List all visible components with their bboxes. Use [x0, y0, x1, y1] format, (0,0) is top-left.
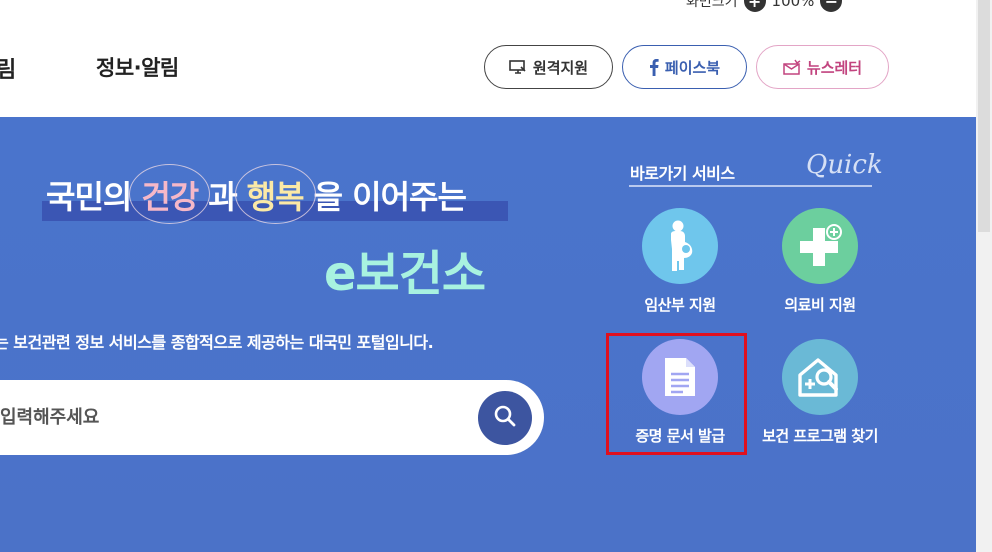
medical-cross-icon	[782, 208, 858, 284]
newsletter-icon	[783, 59, 801, 75]
zoom-in-button[interactable]: +	[743, 0, 766, 12]
headline-part1: 국민의	[46, 178, 132, 216]
headline-part2: 과	[208, 178, 237, 216]
quick-title: 바로가기 서비스	[630, 164, 735, 183]
search-button[interactable]	[478, 391, 532, 445]
highlight-box	[606, 333, 747, 455]
facebook-icon	[649, 58, 659, 76]
facebook-button[interactable]: 페이스북	[622, 45, 747, 89]
headline-part3: 을 이어주는	[313, 178, 467, 216]
zoom-label: 화면크기	[686, 0, 738, 10]
pregnant-woman-icon	[642, 208, 718, 284]
nav-item-info-notice[interactable]: 정보·알림	[96, 52, 179, 82]
quick-label: 보건 프로그램 찾기	[762, 427, 878, 445]
nav-item-partial[interactable]: 림	[0, 52, 16, 84]
quick-label: 임산부 지원	[644, 296, 716, 314]
search-bar	[0, 380, 544, 455]
zoom-out-button[interactable]: −	[820, 0, 843, 12]
quick-item-health-program[interactable]: 보건 프로그램 찾기	[755, 339, 885, 446]
monitor-icon	[509, 59, 527, 75]
facebook-label: 페이스북	[664, 58, 721, 77]
zoom-value: 100%	[771, 0, 815, 10]
program-search-icon	[782, 339, 858, 415]
page-scrollbar[interactable]	[976, 0, 992, 552]
headline-word-health: 건강	[129, 164, 211, 224]
hero-tagline: 는 보건관련 정보 서비스를 종합적으로 제공하는 대국민 포털입니다.	[0, 333, 434, 352]
search-icon	[493, 404, 517, 432]
quick-script: Quick	[806, 150, 883, 180]
newsletter-button[interactable]: 뉴스레터	[756, 45, 889, 89]
headline-word-happiness: 행복	[234, 164, 316, 224]
remote-support-button[interactable]: 원격지원	[484, 45, 613, 89]
quick-item-pregnant-support[interactable]: 임산부 지원	[615, 208, 745, 315]
quick-divider	[629, 185, 872, 187]
quick-label: 의료비 지원	[784, 296, 856, 314]
hero-headline: 국민의 건강 과 행복 을 이어주는	[46, 164, 467, 224]
search-input[interactable]	[0, 380, 430, 455]
remote-support-label: 원격지원	[532, 58, 589, 77]
brand-title: e보건소	[324, 246, 486, 302]
newsletter-label: 뉴스레터	[806, 58, 863, 77]
scrollbar-thumb[interactable]	[978, 0, 990, 232]
quick-item-medical-cost[interactable]: 의료비 지원	[755, 208, 885, 315]
zoom-control: 화면크기 + 100% −	[686, 0, 843, 14]
